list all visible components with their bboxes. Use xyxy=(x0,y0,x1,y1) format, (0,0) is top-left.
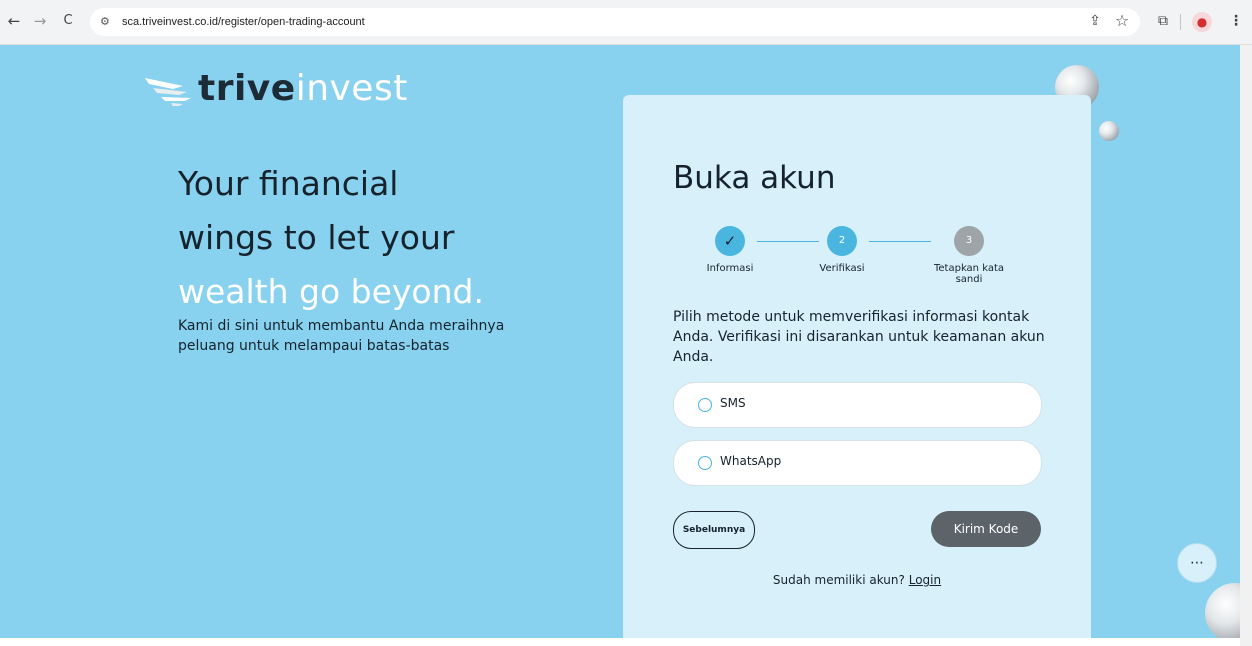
wing-logo-icon xyxy=(145,78,191,106)
back-icon[interactable]: ← xyxy=(4,11,24,31)
hero-heading: Your financial wings to let your wealth … xyxy=(178,157,484,319)
step-1-label: Informasi xyxy=(706,263,754,274)
sms-label: SMS xyxy=(720,396,746,410)
page-scrollbar[interactable] xyxy=(1240,45,1252,646)
hero-subtitle: Kami di sini untuk membantu Anda meraihn… xyxy=(178,318,505,354)
send-code-button[interactable]: Kirim Kode xyxy=(931,511,1041,547)
option-whatsapp[interactable]: WhatsApp xyxy=(673,440,1042,486)
address-bar[interactable]: ⚙ sca.triveinvest.co.id/register/open-tr… xyxy=(90,8,1140,36)
url-text[interactable]: sca.triveinvest.co.id/register/open-trad… xyxy=(122,14,365,30)
step-2-indicator: 2 xyxy=(827,226,857,256)
whatsapp-radio[interactable] xyxy=(698,456,712,470)
whatsapp-label: WhatsApp xyxy=(720,454,782,468)
browser-menu-icon[interactable]: ⋮ xyxy=(1226,10,1246,32)
extensions-icon[interactable]: ⧉ xyxy=(1152,10,1174,32)
register-card: Buka akun ✓ 2 3 Informasi Verifikasi Tet… xyxy=(623,95,1091,638)
step-3-label: Tetapkan kata sandi xyxy=(933,263,1004,285)
hero-line-3: wealth go beyond. xyxy=(178,272,484,311)
option-sms[interactable]: SMS xyxy=(673,382,1042,428)
hero-line-1: Your financial xyxy=(178,164,399,203)
cast-icon[interactable]: ⇪ xyxy=(1084,10,1106,32)
step-connector xyxy=(869,241,931,242)
step-1-check-icon: ✓ xyxy=(715,226,745,256)
logo-wordmark: triveinvest xyxy=(198,68,408,109)
step-2-label: Verifikasi xyxy=(819,263,865,274)
forward-icon[interactable]: → xyxy=(30,11,50,31)
toolbar-divider xyxy=(1180,14,1181,30)
hero-line-2: wings to let your xyxy=(178,218,455,257)
page-background: triveinvest Your financial wings to let … xyxy=(0,45,1240,638)
chat-icon[interactable]: ⋯ xyxy=(1177,543,1217,583)
browser-toolbar: ← → C ⚙ sca.triveinvest.co.id/register/o… xyxy=(0,0,1252,45)
login-link[interactable]: Login xyxy=(909,573,941,587)
sms-radio[interactable] xyxy=(698,398,712,412)
previous-button[interactable]: Sebelumnya xyxy=(673,511,755,549)
profile-avatar-icon[interactable]: ● xyxy=(1192,12,1212,32)
decorative-bubble xyxy=(1099,121,1119,141)
verification-description: Pilih metode untuk memverifikasi informa… xyxy=(673,309,1045,365)
bookmark-star-icon[interactable]: ☆ xyxy=(1111,10,1133,32)
reload-icon[interactable]: C xyxy=(58,11,78,31)
login-prompt: Sudah memiliki akun? Login xyxy=(623,573,1091,587)
card-title: Buka akun xyxy=(673,160,836,196)
logo-invest-text: invest xyxy=(295,68,408,109)
site-info-icon[interactable]: ⚙ xyxy=(100,14,116,30)
step-3-indicator: 3 xyxy=(954,226,984,256)
decorative-bubble xyxy=(1205,583,1240,638)
page-bottom-edge xyxy=(0,638,1240,646)
have-account-text: Sudah memiliki akun? xyxy=(772,573,905,587)
step-connector xyxy=(757,241,819,242)
logo-trive-text: trive xyxy=(198,68,296,109)
